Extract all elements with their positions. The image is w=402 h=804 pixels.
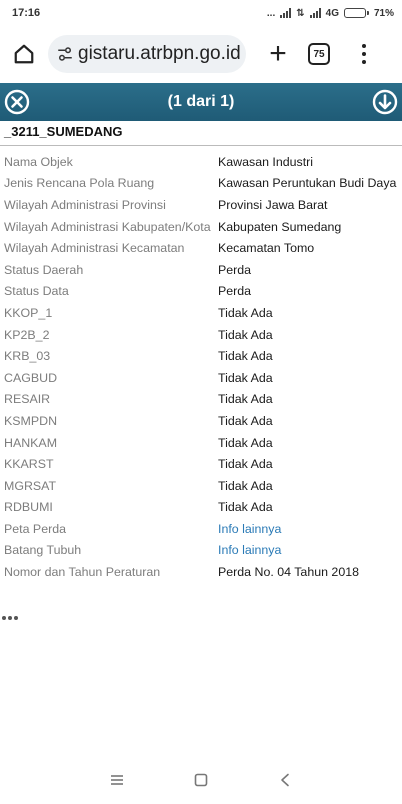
attribute-value: Tidak Ada [218,435,273,450]
url-text[interactable]: gistaru.atrbpn.go.id [78,43,241,65]
signal-icon-2 [309,8,321,18]
attribute-row: Wilayah Administrasi Kecamatan Kecamatan … [4,237,400,259]
attribute-row: Wilayah Administrasi Kabupaten/Kota Kabup… [4,216,400,238]
attribute-row: KKARST Tidak Ada [4,453,400,475]
attribute-value: Tidak Ada [218,413,273,428]
new-tab-button[interactable]: + [262,38,294,70]
attribute-key: RDBUMI [4,500,53,515]
attribute-key: Peta Perda [4,521,66,536]
attribute-key: KP2B_2 [4,327,50,342]
info-link[interactable]: Info lainnya [218,522,281,536]
attribute-key: HANKAM [4,435,58,450]
recents-button[interactable] [75,760,159,800]
status-time: 17:16 [12,7,41,19]
attribute-key: KKOP_1 [4,305,53,320]
data-transfer-icon: ⇅ [296,7,305,19]
attribute-key: MGRSAT [4,478,57,493]
attribute-key: Status Data [4,284,69,299]
attribute-key: Nama Objek [4,154,73,169]
more-menu-button[interactable] [354,38,374,70]
more-vert-icon [362,44,366,48]
attribute-key: Wilayah Administrasi Kecamatan [4,241,185,256]
attribute-key: Nomor dan Tahun Peraturan [4,565,161,580]
attribute-row: Wilayah Administrasi Provinsi Provinsi Ja… [4,194,400,216]
attribute-key: Jenis Rencana Pola Ruang [4,176,155,191]
attribute-value: Tidak Ada [218,327,273,342]
attribute-key: KRB_03 [4,349,51,364]
attribute-key: Batang Tubuh [4,543,82,558]
attribute-value: Perda [218,284,252,299]
system-navigation-bar [0,760,402,800]
attribute-row: KRB_03 Tidak Ada [4,345,400,367]
attribute-row: Nama Objek Kawasan Industri [4,151,400,173]
tune-icon[interactable] [56,45,74,63]
attribute-row: KP2B_2 Tidak Ada [4,324,400,346]
more-dots-icon[interactable] [2,616,18,620]
home-nav-button[interactable] [159,760,243,800]
network-type: 4G [325,7,339,19]
attribute-value: Tidak Ada [218,305,273,320]
popup-title: (1 dari 1) [167,93,235,110]
plus-icon: + [269,37,287,70]
attribute-row: Batang Tubuh Info lainnya [4,540,400,562]
attribute-value: Provinsi Jawa Barat [218,197,328,212]
attribute-row: KKOP_1 Tidak Ada [4,302,400,324]
attribute-value: Kawasan Industri [218,154,314,169]
battery-percent: 71% [373,7,394,19]
attribute-value: Tidak Ada [218,478,273,493]
status-icons: ... ⇅ 4G 71% [267,8,394,19]
attribute-row: MGRSAT Tidak Ada [4,475,400,497]
attribute-key: Wilayah Administrasi Provinsi [4,197,166,212]
attribute-key: CAGBUD [4,370,58,385]
attribute-row: RESAIR Tidak Ada [4,389,400,411]
attribute-row: Peta Perda Info lainnya [4,518,400,540]
attribute-value: Tidak Ada [218,349,273,364]
attribute-row: HANKAM Tidak Ada [4,432,400,454]
signal-icon [280,8,292,18]
attribute-row: Status Daerah Perda [4,259,400,281]
attribute-value: Tidak Ada [218,500,273,515]
attribute-key: KKARST [4,457,54,472]
attribute-row: RDBUMI Tidak Ada [4,497,400,519]
back-button[interactable] [243,760,327,800]
attribute-value: Tidak Ada [218,370,273,385]
home-button[interactable] [6,36,42,72]
tab-switcher-button[interactable]: 75 [308,43,330,65]
address-bar[interactable]: gistaru.atrbpn.go.id [48,35,246,73]
home-icon [14,44,34,64]
attribute-value: Perda No. 04 Tahun 2018 [218,565,359,580]
attribute-row: KSMPDN Tidak Ada [4,410,400,432]
attribute-key: KSMPDN [4,413,58,428]
browser-toolbar: gistaru.atrbpn.go.id + 75 [0,26,402,82]
status-dots: ... [266,7,276,19]
status-bar: 17:16 ... ⇅ 4G 71% [0,0,402,26]
attribute-value: Tidak Ada [218,457,273,472]
attribute-value: Perda [218,262,252,277]
info-link[interactable]: Info lainnya [218,543,281,557]
attribute-key: Status Daerah [4,262,84,277]
menu-icon [111,775,123,785]
popup-header: (1 dari 1) [0,83,402,121]
attribute-value: Tidak Ada [218,392,273,407]
attribute-key: Wilayah Administrasi Kabupaten/Kota [4,219,211,234]
attribute-key: RESAIR [4,392,51,407]
layer-title: _3211_SUMEDANG [4,124,123,139]
attribute-row: Status Data Perda [4,281,400,303]
close-icon[interactable] [4,89,30,115]
battery-icon [343,8,369,18]
attribute-row: CAGBUD Tidak Ada [4,367,400,389]
arrow-down-circle-icon[interactable] [372,89,398,115]
attribute-value: Kawasan Peruntukan Budi Daya [218,176,397,191]
back-icon [281,773,289,787]
attribute-table: Nama Objek Kawasan Industri Jenis Rencana … [4,151,400,583]
attribute-row: Jenis Rencana Pola Ruang Kawasan Peruntuk… [4,173,400,195]
attribute-row: Nomor dan Tahun Peraturan Perda No. 04 Ta… [4,561,400,583]
square-icon [194,773,208,787]
divider [0,145,402,146]
attribute-value: Kabupaten Sumedang [218,219,342,234]
attribute-value: Kecamatan Tomo [218,241,315,256]
